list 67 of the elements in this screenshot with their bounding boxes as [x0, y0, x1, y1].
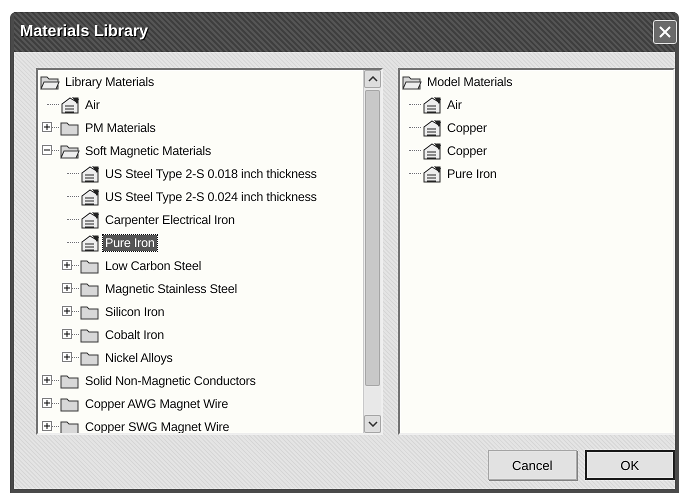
plus-icon — [43, 422, 51, 430]
tree-item[interactable]: PM Materials — [83, 120, 158, 136]
tree-item[interactable]: Air — [445, 96, 464, 112]
tree-item[interactable]: Pure Iron — [103, 234, 157, 250]
open-folder-icon — [402, 74, 422, 90]
dialog-button[interactable]: OK — [584, 450, 675, 480]
open-folder-icon — [60, 142, 80, 158]
expander[interactable] — [62, 283, 72, 293]
tree-item[interactable]: Copper AWG Magnet Wire — [83, 396, 230, 412]
tree-item[interactable]: Copper — [445, 120, 489, 136]
folder-icon — [80, 258, 100, 274]
folder-icon — [80, 326, 100, 342]
tree-item[interactable]: Carpenter Electrical Iron — [103, 212, 237, 228]
expander[interactable] — [42, 375, 52, 385]
plus-icon — [43, 399, 51, 407]
expander[interactable] — [42, 398, 52, 408]
dialog-button[interactable]: Cancel — [488, 450, 576, 480]
expander[interactable] — [62, 260, 72, 270]
material-icon — [422, 164, 442, 182]
open-folder-icon — [40, 74, 60, 90]
folder-icon — [60, 372, 80, 388]
expander[interactable] — [62, 306, 72, 316]
tree-item[interactable]: Cobalt Iron — [103, 326, 166, 342]
expander[interactable] — [62, 352, 72, 362]
tree-item[interactable]: Soft Magnetic Materials — [83, 142, 214, 158]
material-icon — [80, 164, 100, 182]
tree-item[interactable]: Library Materials — [63, 74, 156, 90]
tree-item[interactable]: Copper SWG Magnet Wire — [83, 418, 232, 433]
tree-item[interactable]: Magnetic Stainless Steel — [103, 280, 240, 296]
tree-item[interactable]: US Steel Type 2-S 0.018 inch thickness — [103, 166, 319, 182]
tree-item[interactable]: Model Materials — [425, 74, 514, 90]
tree-item[interactable]: Solid Non-Magnetic Conductors — [83, 372, 258, 388]
window-title: Materials Library — [20, 23, 148, 41]
folder-icon — [60, 418, 80, 433]
close-button[interactable] — [653, 20, 677, 44]
tree-item[interactable]: Low Carbon Steel — [103, 258, 204, 274]
folder-icon — [60, 396, 80, 412]
scrollbar[interactable] — [363, 70, 382, 433]
material-icon — [80, 234, 100, 252]
plus-icon — [43, 376, 51, 384]
plus-icon — [43, 123, 51, 131]
close-icon — [658, 25, 672, 39]
plus-icon — [63, 284, 71, 292]
material-icon — [422, 118, 442, 136]
material-icon — [422, 96, 442, 114]
expander[interactable] — [62, 329, 72, 339]
plus-icon — [63, 353, 71, 361]
expander[interactable] — [42, 145, 52, 155]
tree-item[interactable]: Copper — [445, 142, 489, 158]
tree-item[interactable]: Air — [83, 96, 102, 112]
expander[interactable] — [42, 122, 52, 132]
material-icon — [60, 96, 80, 114]
expander[interactable] — [42, 421, 52, 431]
plus-icon — [63, 261, 71, 269]
folder-icon — [60, 120, 80, 136]
material-icon — [422, 142, 442, 160]
material-icon — [80, 188, 100, 206]
folder-icon — [80, 304, 100, 320]
tree-item[interactable]: Pure Iron — [445, 166, 499, 182]
folder-icon — [80, 350, 100, 366]
tree-item[interactable]: Nickel Alloys — [103, 350, 175, 366]
tree-item[interactable]: Silicon Iron — [103, 304, 166, 320]
plus-icon — [63, 307, 71, 315]
folder-icon — [80, 280, 100, 296]
material-icon — [80, 210, 100, 228]
tree-item[interactable]: US Steel Type 2-S 0.024 inch thickness — [103, 188, 319, 204]
plus-icon — [63, 330, 71, 338]
